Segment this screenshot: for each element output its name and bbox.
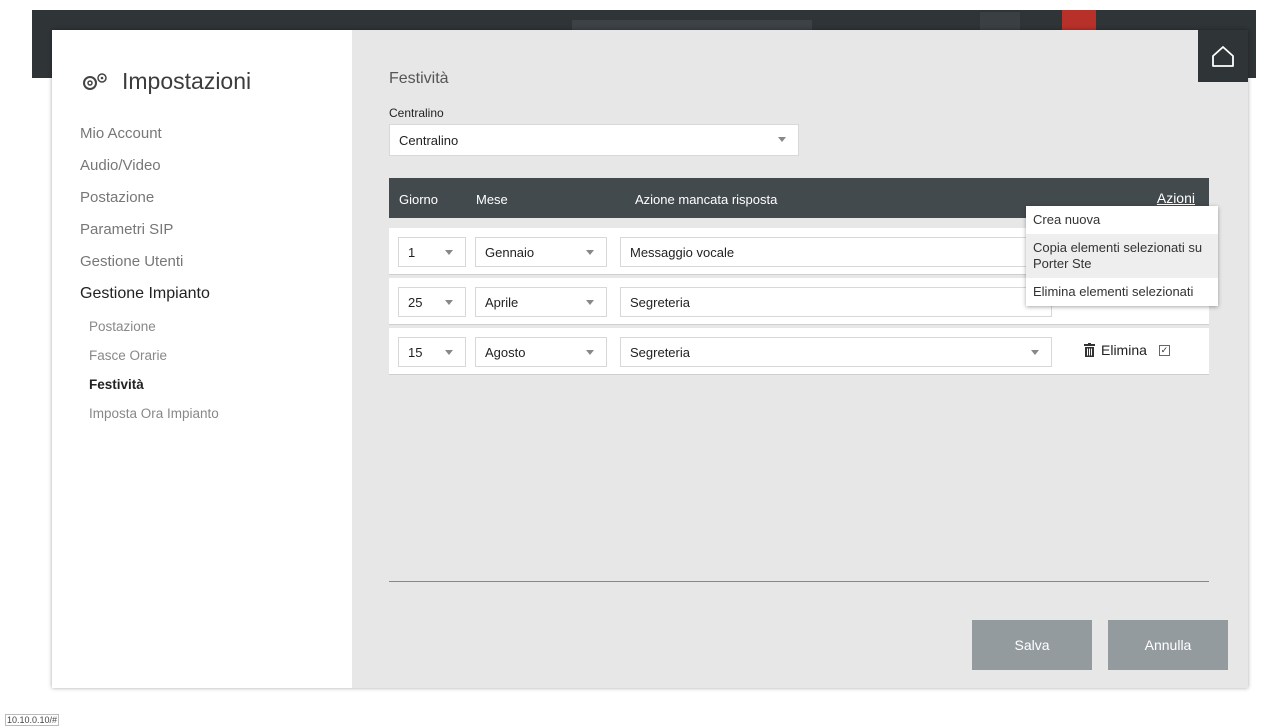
subnav-imposta-ora[interactable]: Imposta Ora Impianto: [89, 399, 219, 428]
menu-crea-nuova[interactable]: Crea nuova: [1026, 206, 1218, 234]
divider: [389, 581, 1209, 582]
month-select[interactable]: Aprile: [475, 287, 607, 317]
day-select[interactable]: 1: [398, 237, 466, 267]
table-row: 15 Agosto Segreteria Elimina ✓: [389, 328, 1209, 375]
subnav-postazione[interactable]: Postazione: [89, 312, 219, 341]
settings-title-text: Impostazioni: [122, 68, 252, 94]
settings-title: Impostazioni: [80, 68, 251, 95]
home-button[interactable]: [1198, 30, 1248, 82]
day-value: 25: [408, 294, 423, 310]
cancel-button[interactable]: Annulla: [1108, 620, 1228, 670]
col-mese: Mese: [476, 192, 508, 207]
menu-copia-elementi[interactable]: Copia elementi selezionati su Porter Ste: [1026, 234, 1218, 278]
action-value: Messaggio vocale: [630, 244, 735, 260]
action-select[interactable]: Segreteria: [620, 337, 1052, 367]
actions-menu: Crea nuova Copia elementi selezionati su…: [1026, 206, 1218, 306]
day-value: 1: [408, 244, 416, 260]
centralino-select-value: Centralino: [399, 132, 459, 148]
background-alert-tile: [1062, 10, 1096, 32]
nav-mio-account[interactable]: Mio Account: [80, 118, 210, 150]
gears-icon: [83, 72, 107, 90]
centralino-label: Centralino: [389, 106, 444, 120]
centralino-select[interactable]: Centralino: [389, 124, 799, 156]
settings-nav: Mio Account Audio/Video Postazione Param…: [80, 118, 210, 310]
chevron-down-icon: [445, 300, 453, 305]
day-select[interactable]: 25: [398, 287, 466, 317]
home-icon: [1212, 46, 1234, 67]
subnav-fasce-orarie[interactable]: Fasce Orarie: [89, 341, 219, 370]
nav-parametri-sip[interactable]: Parametri SIP: [80, 214, 210, 246]
nav-audio-video[interactable]: Audio/Video: [80, 150, 210, 182]
azioni-link[interactable]: Azioni: [1157, 190, 1195, 206]
chevron-down-icon: [778, 137, 786, 142]
chevron-down-icon: [586, 300, 594, 305]
chevron-down-icon: [586, 250, 594, 255]
col-azione: Azione mancata risposta: [635, 192, 778, 207]
save-button[interactable]: Salva: [972, 620, 1092, 670]
chevron-down-icon: [1031, 350, 1039, 355]
settings-subnav: Postazione Fasce Orarie Festività Impost…: [89, 312, 219, 428]
action-value: Segreteria: [630, 344, 690, 360]
action-select[interactable]: Messaggio vocale: [620, 237, 1052, 267]
settings-modal: Impostazioni Mio Account Audio/Video Pos…: [52, 30, 1248, 688]
select-checkbox[interactable]: ✓: [1158, 344, 1170, 356]
chevron-down-icon: [445, 350, 453, 355]
day-value: 15: [408, 344, 423, 360]
action-value: Segreteria: [630, 294, 690, 310]
chevron-down-icon: [586, 350, 594, 355]
nav-postazione[interactable]: Postazione: [80, 182, 210, 214]
settings-content: Festività Centralino Centralino Giorno M…: [352, 30, 1248, 688]
settings-sidebar: Impostazioni Mio Account Audio/Video Pos…: [52, 30, 352, 688]
month-select[interactable]: Agosto: [475, 337, 607, 367]
subnav-festivita[interactable]: Festività: [89, 370, 219, 399]
month-value: Aprile: [485, 294, 519, 310]
delete-label[interactable]: Elimina: [1101, 342, 1147, 358]
trash-icon: [1084, 343, 1095, 357]
month-value: Agosto: [485, 344, 526, 360]
action-select[interactable]: Segreteria: [620, 287, 1052, 317]
day-select[interactable]: 15: [398, 337, 466, 367]
ip-status: 10.10.0.10/#: [5, 714, 60, 726]
chevron-down-icon: [445, 250, 453, 255]
delete-control[interactable]: Elimina ✓: [1084, 342, 1170, 358]
month-select[interactable]: Gennaio: [475, 237, 607, 267]
nav-gestione-impianto[interactable]: Gestione Impianto: [80, 278, 210, 310]
menu-elimina-elementi[interactable]: Elimina elementi selezionati: [1026, 278, 1218, 306]
nav-gestione-utenti[interactable]: Gestione Utenti: [80, 246, 210, 278]
month-value: Gennaio: [485, 244, 535, 260]
col-giorno: Giorno: [399, 192, 439, 207]
page-title: Festività: [389, 70, 449, 87]
